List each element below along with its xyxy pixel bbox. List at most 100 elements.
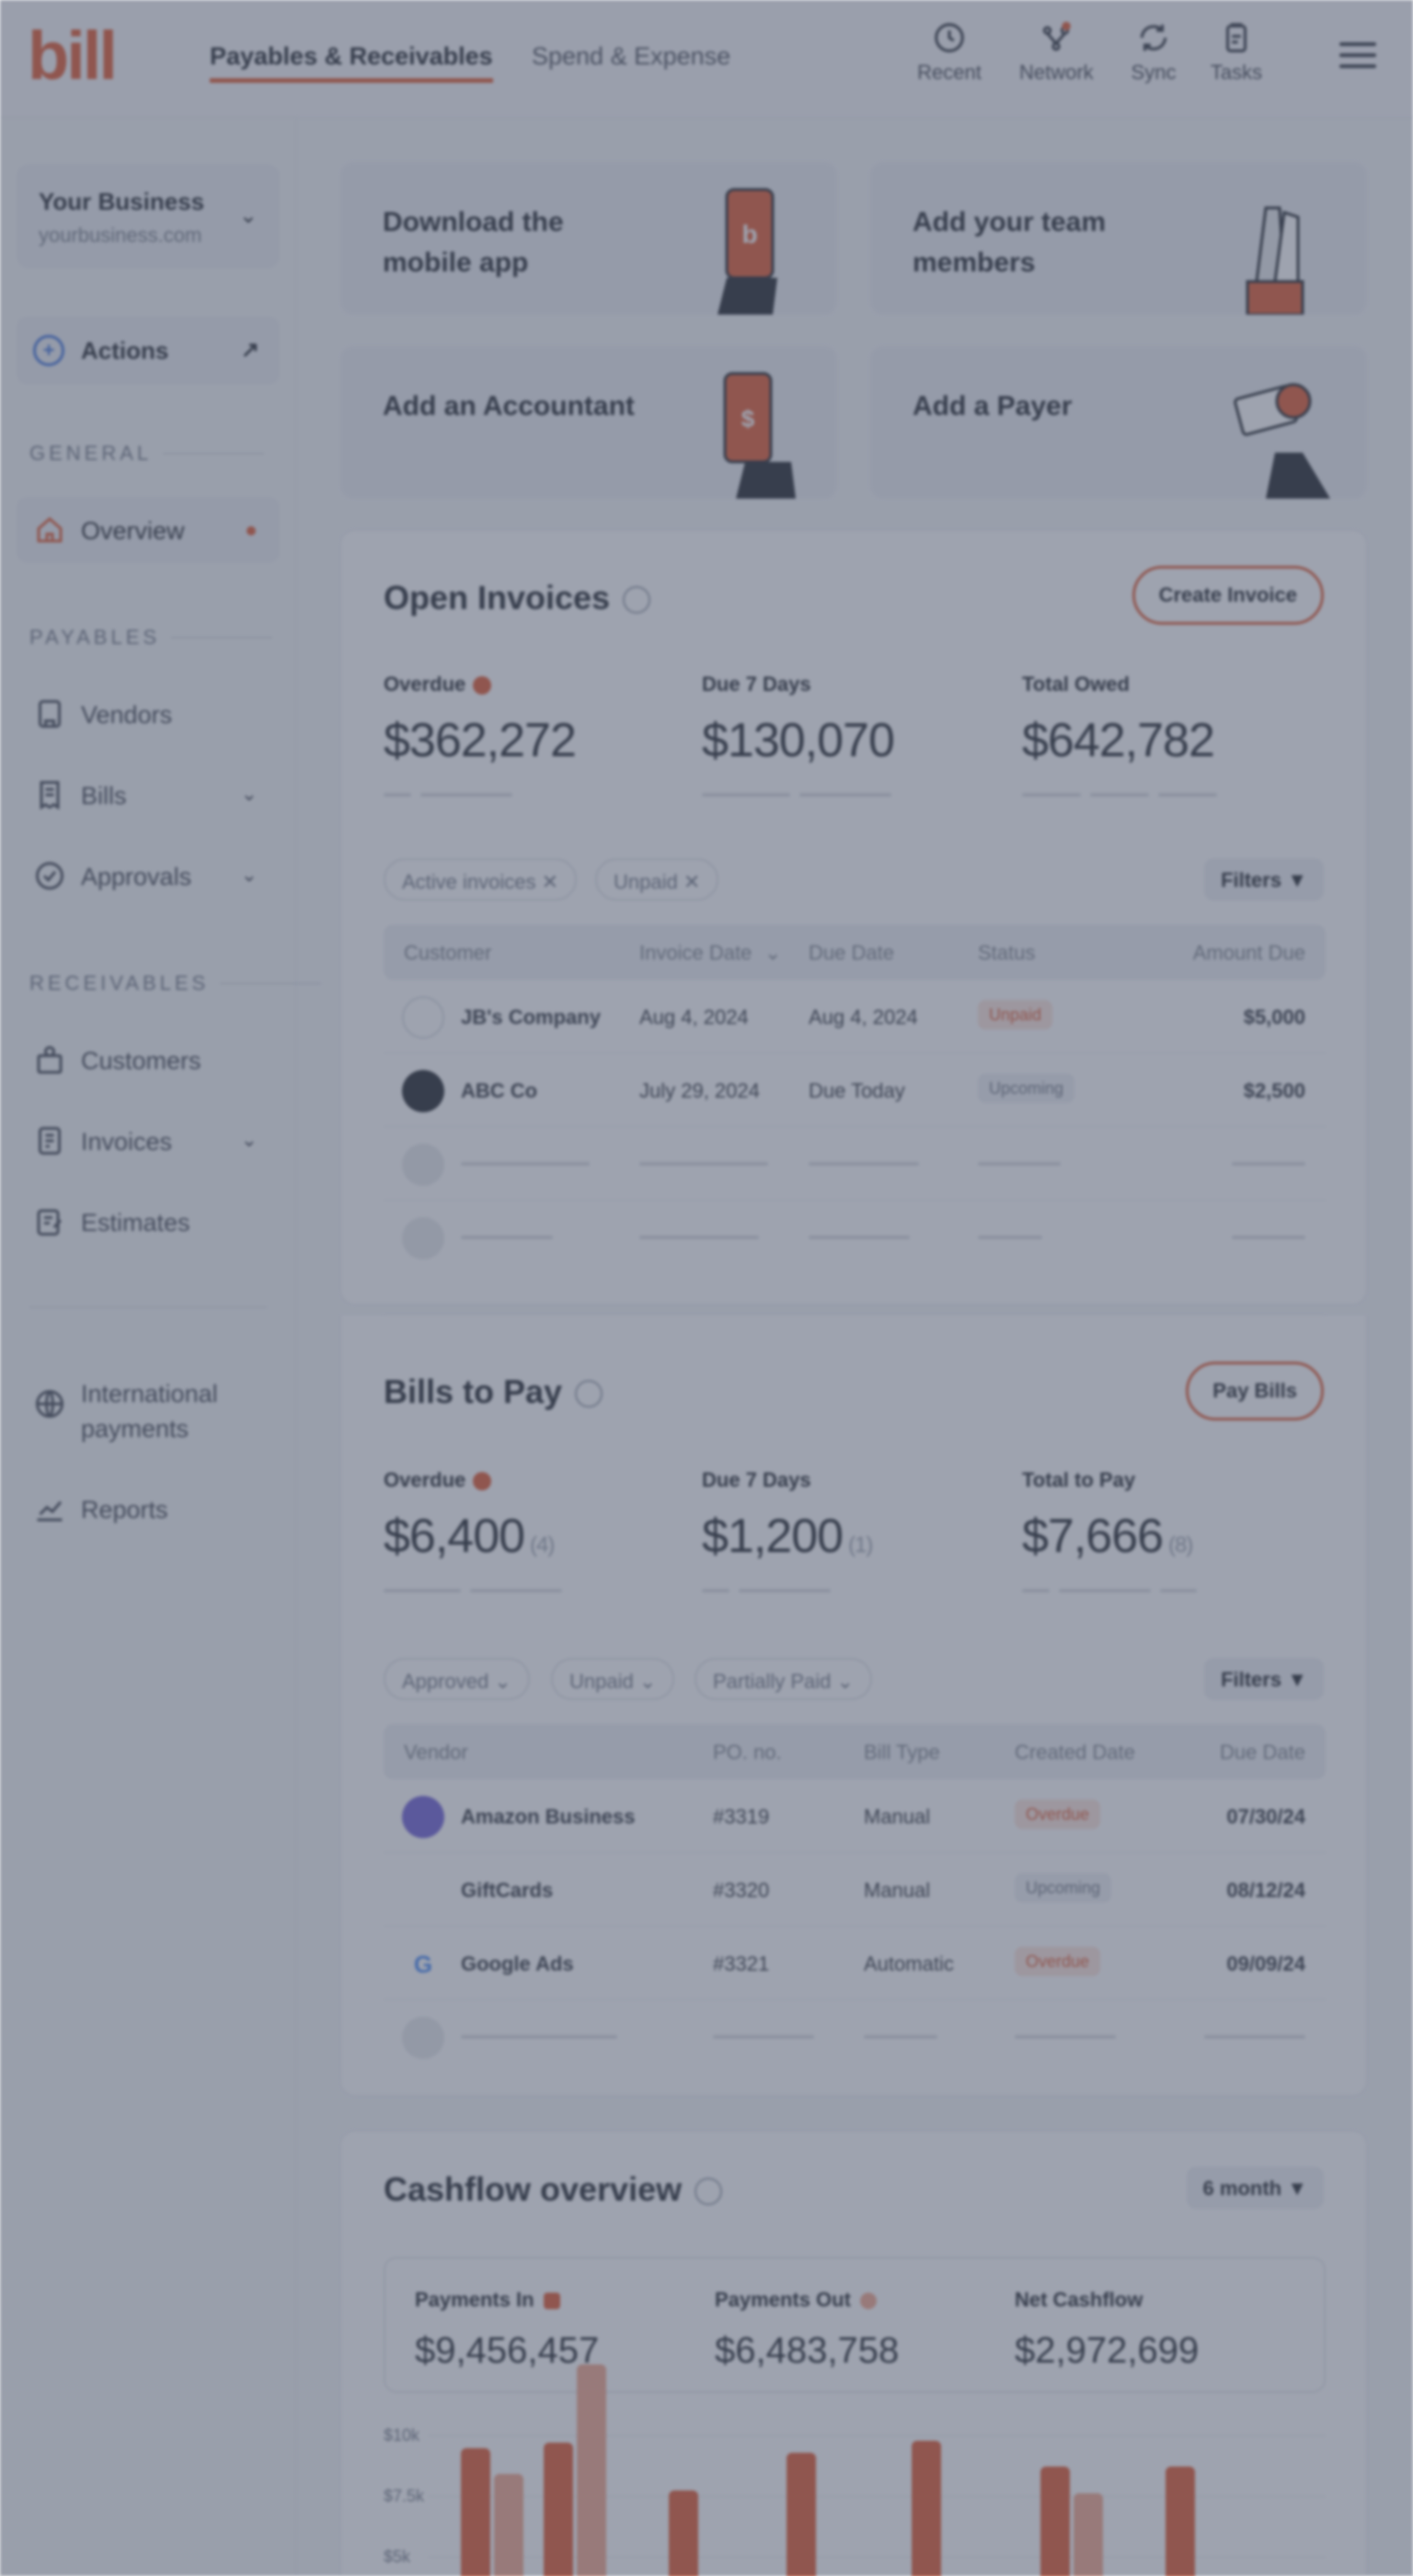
column-header[interactable]: Invoice Date	[639, 941, 752, 965]
promo-title: Download the mobile app	[383, 207, 564, 278]
promo-download-app[interactable]: Download the mobile app b	[340, 162, 837, 315]
info-icon[interactable]	[695, 2178, 723, 2206]
column-header[interactable]: Vendor	[404, 1741, 468, 1765]
period-dropdown[interactable]: 6 month ▼	[1186, 2167, 1324, 2209]
payments-in-bar[interactable]	[1040, 2467, 1070, 2576]
column-header[interactable]: Created Date	[1015, 1741, 1135, 1765]
funnel-icon: ▼	[1287, 868, 1307, 891]
promo-add-team[interactable]: Add your team members	[870, 162, 1367, 315]
stat-label: Overdue	[384, 673, 466, 696]
skeleton-row	[384, 1127, 1326, 1201]
actions-button[interactable]: + Actions ↗	[17, 316, 280, 385]
sidebar-item-vendors[interactable]: Vendors	[17, 681, 280, 747]
sidebar-item-bills[interactable]: Bills ⌄	[17, 762, 280, 828]
stat-overdue: Overdue $6,400 (4)	[384, 1468, 571, 1597]
sidebar-item-customers[interactable]: Customers	[17, 1027, 280, 1093]
globe-icon	[33, 1387, 66, 1420]
sidebar-item-label: Approvals	[81, 863, 192, 891]
filters-button[interactable]: Filters ▼	[1204, 858, 1324, 901]
bill-logo[interactable]: bill	[28, 22, 118, 90]
table-row[interactable]: GiftCards #3320 Manual Upcoming 08/12/24	[384, 1853, 1326, 1926]
tab-spend-expense[interactable]: Spend & Expense	[532, 42, 730, 71]
filter-chip-unpaid[interactable]: Unpaid ✕	[595, 858, 719, 901]
column-header[interactable]: Bill Type	[864, 1741, 940, 1765]
sync-button[interactable]: Sync	[1117, 20, 1190, 85]
column-header[interactable]: Status	[978, 941, 1035, 965]
payments-in-bar[interactable]	[461, 2447, 490, 2576]
notification-dot	[247, 526, 256, 535]
tasks-button[interactable]: Tasks	[1200, 20, 1273, 85]
card-illustration-icon	[1234, 383, 1330, 499]
payments-in-bar[interactable]	[912, 2440, 941, 2576]
tab-payables-receivables[interactable]: Payables & Receivables	[210, 42, 493, 83]
sidebar-item-international-payments[interactable]: International payments	[17, 1360, 280, 1448]
warning-icon	[473, 676, 492, 696]
info-icon[interactable]	[575, 1380, 603, 1409]
tasks-icon	[1200, 20, 1273, 61]
due-date: Aug 4, 2024	[809, 1006, 918, 1029]
vendor-name: Google Ads	[461, 1952, 574, 1975]
column-header[interactable]: PO. no.	[713, 1741, 782, 1765]
promo-title: Add an Accountant	[383, 391, 635, 421]
approvals-icon	[33, 859, 66, 892]
filter-chip-unpaid[interactable]: Unpaid ⌄	[551, 1658, 675, 1700]
chevron-down-icon: ⌄	[836, 1670, 854, 1693]
table-row[interactable]: JB's Company Aug 4, 2024 Aug 4, 2024 Unp…	[384, 980, 1326, 1053]
status-badge: Overdue	[1015, 1947, 1101, 1976]
sidebar-item-reports[interactable]: Reports	[17, 1476, 280, 1542]
column-header[interactable]: Amount Due	[1193, 941, 1305, 965]
stat-due-7-days: Due 7 Days $1,200 (1)	[702, 1468, 873, 1597]
create-invoice-button[interactable]: Create Invoice	[1132, 566, 1324, 625]
promo-add-accountant[interactable]: Add an Accountant $	[340, 346, 837, 499]
sidebar-item-invoices[interactable]: Invoices ⌄	[17, 1108, 280, 1174]
table-row[interactable]: Amazon Business #3319 Manual Overdue 07/…	[384, 1779, 1326, 1853]
network-button[interactable]: Network	[1019, 20, 1094, 85]
chip-label: Approved	[402, 1670, 489, 1693]
close-icon[interactable]: ✕	[684, 870, 700, 893]
info-icon[interactable]	[623, 586, 651, 615]
payments-out-bar[interactable]	[1074, 2493, 1103, 2576]
history-icon	[913, 20, 986, 61]
payments-in-bar[interactable]	[787, 2452, 816, 2576]
y-tick-label: $5k	[384, 2547, 411, 2566]
phone-dollar-illustration-icon: $	[723, 372, 796, 499]
stat-label: Overdue	[384, 1468, 466, 1491]
recent-button[interactable]: Recent	[913, 20, 986, 85]
table-row[interactable]: ABC Co July 29, 2024 Due Today Upcoming …	[384, 1053, 1326, 1127]
due-date: 09/09/24	[1226, 1952, 1305, 1975]
sidebar-item-estimates[interactable]: Estimates	[17, 1189, 280, 1255]
payments-in-bar[interactable]	[1166, 2467, 1195, 2576]
pay-bills-button[interactable]: Pay Bills	[1186, 1362, 1324, 1420]
payments-out-bar[interactable]	[494, 2474, 523, 2576]
sidebar-item-overview[interactable]: Overview	[17, 497, 280, 563]
po-number: #3320	[713, 1879, 770, 1902]
payments-out-bar[interactable]	[577, 2363, 606, 2576]
filter-chip-partially-paid[interactable]: Partially Paid ⌄	[695, 1658, 872, 1700]
invoices-icon	[33, 1124, 66, 1157]
promo-add-payer[interactable]: Add a Payer	[870, 346, 1367, 499]
payments-in-bar[interactable]	[669, 2490, 698, 2576]
invoices-table-header: Customer Invoice Date ⌄ Due Date Status …	[384, 925, 1326, 980]
filter-chip-active-invoices[interactable]: Active invoices ✕	[384, 858, 578, 901]
high-five-illustration-icon	[1246, 206, 1304, 315]
table-row[interactable]: G Google Ads #3321 Automatic Overdue 09/…	[384, 1926, 1326, 2000]
hamburger-menu-icon[interactable]	[1339, 42, 1376, 75]
sort-chevron-icon[interactable]: ⌄	[764, 941, 781, 965]
sidebar-divider	[29, 1306, 267, 1308]
column-header[interactable]: Due Date	[1220, 1741, 1305, 1765]
stat-label: Net Cashflow	[1015, 2288, 1143, 2311]
bills-to-pay-panel: Bills to Pay Pay Bills Overdue $6,400 (4)…	[340, 1316, 1367, 2096]
column-header[interactable]: Due Date	[809, 941, 894, 965]
stat-label: Payments Out	[715, 2288, 851, 2311]
payments-in-bar[interactable]	[544, 2443, 573, 2576]
vendor-name: Amazon Business	[461, 1805, 636, 1828]
stat-count: (1)	[848, 1533, 873, 1558]
business-switcher[interactable]: Your Business yourbusiness.com ⌄	[17, 164, 280, 269]
filter-chip-approved[interactable]: Approved ⌄	[384, 1658, 530, 1700]
sidebar-item-approvals[interactable]: Approvals ⌄	[17, 843, 280, 909]
close-icon[interactable]: ✕	[542, 870, 558, 893]
filters-button[interactable]: Filters ▼	[1204, 1658, 1324, 1700]
stat-value: $1,200	[702, 1510, 844, 1563]
column-header[interactable]: Customer	[404, 941, 491, 965]
google-icon: G	[402, 1943, 444, 1985]
